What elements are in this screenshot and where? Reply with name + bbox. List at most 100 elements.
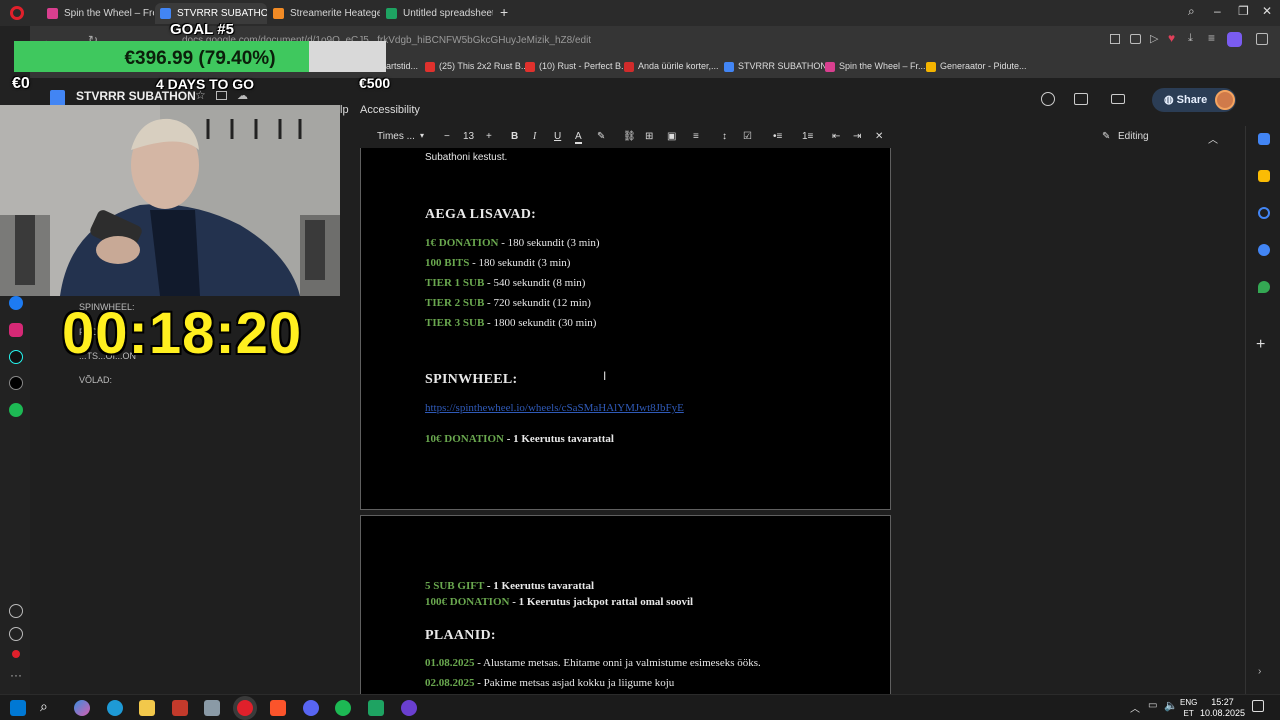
tasks-icon[interactable] bbox=[1258, 207, 1270, 219]
rule-key: TIER 2 SUB bbox=[425, 297, 485, 309]
tiktok-icon[interactable] bbox=[9, 350, 23, 364]
edge-icon[interactable] bbox=[107, 700, 123, 716]
add-addon-icon[interactable]: + bbox=[1256, 336, 1265, 354]
app-icon[interactable] bbox=[204, 700, 220, 716]
editing-mode-select[interactable]: Editing bbox=[1118, 131, 1149, 142]
bookmark-item[interactable]: (10) Rust - Perfect B... bbox=[525, 61, 629, 72]
decrease-indent-icon[interactable]: ⇤ bbox=[832, 131, 840, 142]
meet-icon[interactable] bbox=[1111, 94, 1125, 104]
search-icon[interactable]: ⌕ bbox=[1188, 4, 1195, 19]
collapse-icon[interactable]: ︿ bbox=[1208, 131, 1218, 146]
contacts-icon[interactable] bbox=[1258, 244, 1270, 256]
volume-icon[interactable]: 🔈 bbox=[1164, 699, 1178, 712]
maps-icon[interactable] bbox=[1258, 281, 1270, 293]
bold-icon[interactable]: B bbox=[511, 131, 518, 142]
easy-setup-icon[interactable] bbox=[1256, 33, 1268, 45]
comment-icon[interactable]: ⊞ bbox=[645, 131, 653, 142]
heart-icon[interactable] bbox=[9, 604, 23, 618]
more-icon[interactable]: ··· bbox=[10, 668, 22, 682]
checklist-icon[interactable]: ☑ bbox=[743, 131, 752, 142]
tab-spin-the-wheel[interactable]: Spin the Wheel – Free an bbox=[42, 3, 154, 24]
align-icon[interactable]: ≡ bbox=[693, 131, 699, 142]
numbered-list-icon[interactable]: 1≡ bbox=[802, 131, 813, 142]
webcam-feed bbox=[0, 105, 340, 296]
rule-key: 5 SUB GIFT bbox=[425, 580, 485, 592]
image-icon[interactable]: ▣ bbox=[667, 131, 676, 142]
camera-icon[interactable] bbox=[1130, 34, 1141, 44]
network-icon[interactable]: ▭ bbox=[1148, 700, 1157, 711]
spin-rule: 10€ DONATION - 1 Keerutus tavarattal bbox=[425, 433, 614, 445]
bookmark-item[interactable]: Spin the Wheel – Fr... bbox=[825, 61, 926, 72]
language-indicator[interactable]: ENG ET bbox=[1180, 697, 1197, 719]
heart-icon[interactable]: ♥ bbox=[1168, 31, 1175, 45]
link-icon[interactable]: ⛓ bbox=[623, 131, 636, 142]
app-icon[interactable] bbox=[368, 700, 384, 716]
menu-help[interactable]: lp bbox=[340, 104, 349, 116]
close-icon[interactable]: ✕ bbox=[1262, 4, 1272, 18]
system-clock[interactable]: 15:27 10.08.2025 bbox=[1200, 697, 1245, 719]
version-history-icon[interactable] bbox=[1041, 92, 1055, 106]
doc-page-2[interactable]: 5 SUB GIFT - 1 Keerutus tavarattal 100€ … bbox=[360, 515, 891, 694]
underline-icon[interactable]: U bbox=[554, 131, 561, 142]
tray-chevron-icon[interactable]: ︿ bbox=[1130, 700, 1140, 715]
increase-indent-icon[interactable]: ⇥ bbox=[853, 131, 861, 142]
calendar-icon[interactable] bbox=[1258, 133, 1270, 145]
line-spacing-icon[interactable]: ↕ bbox=[722, 131, 727, 142]
outline-item[interactable]: VÕLAD: bbox=[79, 375, 112, 385]
new-tab-icon[interactable]: + bbox=[500, 4, 508, 20]
brave-icon[interactable] bbox=[270, 700, 286, 716]
keep-icon[interactable] bbox=[1258, 170, 1270, 182]
menu-accessibility[interactable]: Accessibility bbox=[360, 104, 420, 116]
search-icon[interactable]: ⌕ bbox=[40, 698, 48, 715]
app-icon[interactable] bbox=[401, 700, 417, 716]
bookmark-item[interactable]: Anda üürile korter,... bbox=[624, 61, 719, 72]
highlight-icon[interactable]: ✎ bbox=[597, 131, 605, 142]
download-icon[interactable]: ⤓ bbox=[1188, 32, 1193, 45]
tab-untitled-spreadsheet[interactable]: Untitled spreadsheet - Go bbox=[381, 3, 493, 24]
font-size-input[interactable]: 13 bbox=[463, 131, 474, 142]
app-icon[interactable] bbox=[172, 700, 188, 716]
rule-key: 100€ DONATION bbox=[425, 596, 510, 608]
italic-icon[interactable]: I bbox=[533, 131, 536, 142]
notifications-icon[interactable] bbox=[1252, 700, 1264, 712]
increase-size-icon[interactable]: + bbox=[486, 131, 492, 142]
bookmark-item[interactable]: STVRRR SUBATHON... bbox=[724, 61, 834, 72]
text-color-icon[interactable]: A bbox=[575, 131, 582, 144]
decrease-size-icon[interactable]: − bbox=[444, 131, 450, 142]
tab-streamerite[interactable]: Streamerite Heategevusm bbox=[268, 3, 380, 24]
tab-favicon-icon bbox=[160, 8, 171, 19]
doc-page-1[interactable]: Subathoni kestust. AEGA LISAVAD: 1€ DONA… bbox=[360, 148, 891, 510]
menu-icon[interactable]: ≡ bbox=[1208, 31, 1215, 45]
spotify-icon[interactable] bbox=[335, 700, 351, 716]
messenger-icon[interactable] bbox=[9, 296, 23, 310]
avatar[interactable] bbox=[1215, 90, 1235, 110]
bookmark-item[interactable]: (25) This 2x2 Rust B... bbox=[425, 61, 528, 72]
comments-icon[interactable] bbox=[1074, 93, 1088, 105]
spinwheel-link[interactable]: https://spinthewheel.io/wheels/cSaSMaHAl… bbox=[425, 402, 684, 414]
x-icon[interactable] bbox=[9, 376, 23, 390]
bookmark-label: (10) Rust - Perfect B... bbox=[539, 61, 629, 71]
expand-panel-icon[interactable]: › bbox=[1258, 666, 1261, 677]
play-icon[interactable]: ▷ bbox=[1150, 32, 1158, 45]
profile-icon[interactable] bbox=[1227, 32, 1242, 47]
spotify-icon[interactable] bbox=[9, 403, 23, 417]
windows-start-icon[interactable] bbox=[10, 700, 26, 716]
bullet-list-icon[interactable]: •≡ bbox=[773, 131, 782, 142]
file-explorer-icon[interactable] bbox=[139, 700, 155, 716]
bookmark-item[interactable]: Generaator - Pidute... bbox=[926, 61, 1027, 72]
instagram-icon[interactable] bbox=[9, 323, 23, 337]
opera-taskbar-icon[interactable] bbox=[237, 700, 253, 716]
discord-icon[interactable] bbox=[303, 700, 319, 716]
extension-icon[interactable] bbox=[12, 650, 20, 658]
minimize-icon[interactable]: – bbox=[1214, 4, 1221, 18]
bookmark-item[interactable]: artstid... bbox=[386, 61, 418, 71]
font-select[interactable]: Times ... bbox=[377, 131, 415, 142]
opera-logo-icon[interactable] bbox=[10, 6, 24, 20]
rule-value: - 720 sekundit (12 min) bbox=[484, 297, 591, 309]
copilot-icon[interactable] bbox=[74, 700, 90, 716]
history-icon[interactable] bbox=[9, 627, 23, 641]
clear-formatting-icon[interactable]: ✕ bbox=[875, 131, 883, 142]
maximize-icon[interactable]: ❐ bbox=[1238, 4, 1249, 18]
move-folder-icon[interactable] bbox=[216, 91, 227, 100]
share-page-icon[interactable] bbox=[1110, 34, 1120, 44]
